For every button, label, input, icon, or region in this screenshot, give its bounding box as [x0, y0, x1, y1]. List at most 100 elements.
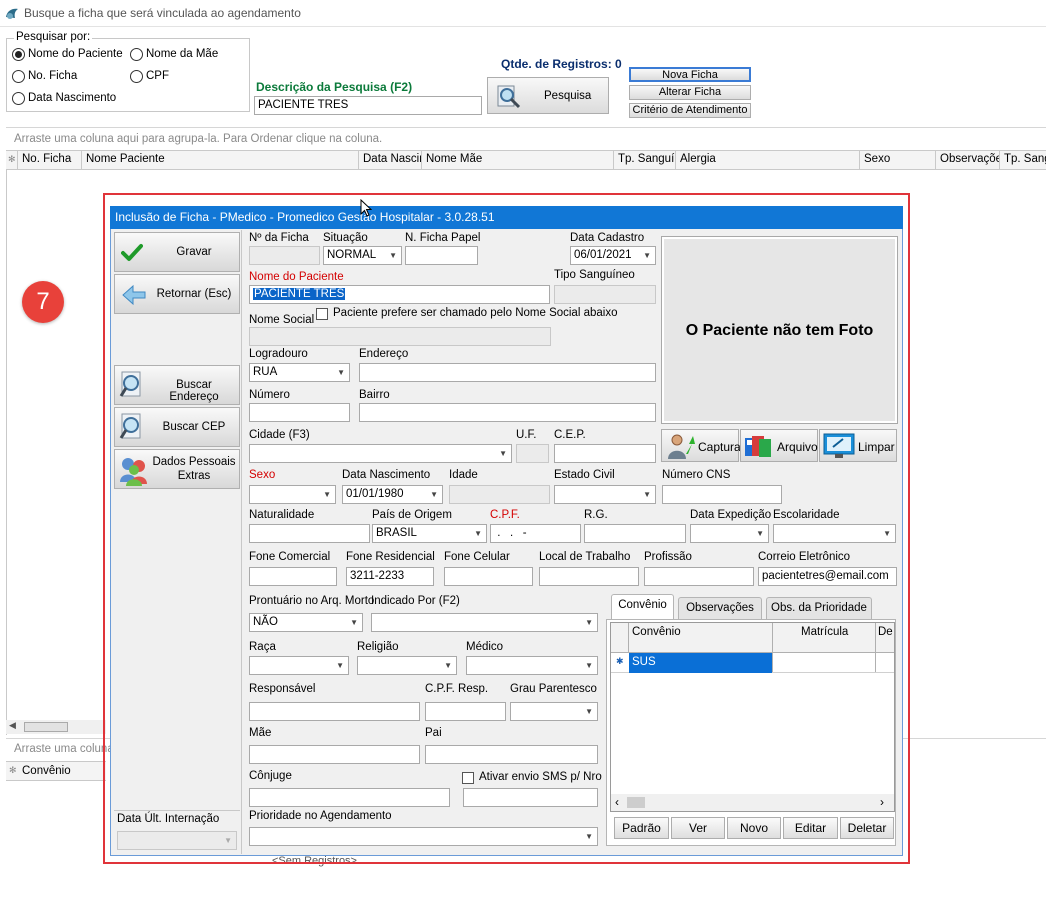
medico-select[interactable]: ▼ [466, 656, 598, 675]
sms-label[interactable]: Ativar envio SMS p/ Nro [479, 771, 602, 783]
radio-no-ficha[interactable] [12, 70, 25, 83]
limpar-button[interactable]: Limpar [819, 429, 897, 462]
numero-cns-input[interactable] [662, 485, 782, 504]
padrao-button[interactable]: Padrão [614, 817, 669, 839]
dados-pessoais-button[interactable]: Dados Pessoais Extras [114, 449, 240, 489]
fone-residencial-input[interactable]: 3211-2233 [346, 567, 434, 586]
grid-hscrollbar[interactable]: ◀ [6, 720, 106, 734]
lower-col-convenio[interactable]: Convênio [22, 765, 71, 777]
nova-ficha-button[interactable]: Nova Ficha [629, 67, 751, 82]
col-nome-paciente[interactable]: Nome Paciente [82, 150, 359, 170]
situacao-label: Situação [323, 232, 368, 244]
radio-nome-paciente-label[interactable]: Nome do Paciente [28, 48, 123, 60]
col-no-ficha[interactable]: No. Ficha [18, 150, 82, 170]
logradouro-select[interactable]: RUA ▼ [249, 363, 350, 382]
radio-nome-paciente[interactable] [12, 48, 25, 61]
nome-paciente-input[interactable]: PACIENTE TRES [249, 285, 550, 304]
col-data-nascimento[interactable]: Data Nascin [359, 150, 422, 170]
scroll-left-icon[interactable]: ◀ [9, 720, 16, 731]
editar-button[interactable]: Editar [783, 817, 838, 839]
fone-comercial-input[interactable] [249, 567, 337, 586]
data-cadastro-select[interactable]: 06/01/2021 ▼ [570, 246, 656, 265]
grau-parentesco-select[interactable]: ▼ [510, 702, 598, 721]
local-trabalho-input[interactable] [539, 567, 639, 586]
deletar-button[interactable]: Deletar [840, 817, 894, 839]
cep-input[interactable] [554, 444, 656, 463]
responsavel-input[interactable] [249, 702, 420, 721]
profissao-input[interactable] [644, 567, 754, 586]
scroll-thumb[interactable] [24, 722, 68, 732]
col-nome-mae[interactable]: Nome Mãe [422, 150, 614, 170]
sexo-select[interactable]: ▼ [249, 485, 336, 504]
convenio-hscrollbar[interactable]: ‹ › [611, 794, 894, 811]
search-description-input[interactable]: PACIENTE TRES [254, 96, 482, 115]
radio-nome-mae[interactable] [130, 48, 143, 61]
naturalidade-input[interactable] [249, 524, 370, 543]
religiao-select[interactable]: ▼ [357, 656, 457, 675]
radio-data-nascimento-label[interactable]: Data Nascimento [28, 92, 116, 104]
raca-select[interactable]: ▼ [249, 656, 349, 675]
search-button[interactable]: Pesquisa [487, 77, 609, 114]
convenio-col-de[interactable]: De [878, 626, 893, 638]
bairro-input[interactable] [359, 403, 656, 422]
correio-input[interactable]: pacientetres@email.com [758, 567, 897, 586]
conjuge-input[interactable] [249, 788, 450, 807]
table-row[interactable]: ✱ SUS [611, 653, 894, 673]
scroll-left-icon[interactable]: ‹ [615, 795, 619, 809]
endereco-input[interactable] [359, 363, 656, 382]
n-ficha-papel-input[interactable] [405, 246, 478, 265]
tab-convenio[interactable]: Convênio [611, 594, 674, 620]
numero-input[interactable] [249, 403, 350, 422]
row-cell-matricula[interactable] [773, 653, 875, 673]
tab-obs-prioridade[interactable]: Obs. da Prioridade [766, 597, 872, 619]
side-panel [112, 230, 242, 854]
cpf-input[interactable]: . . - [490, 524, 581, 543]
col-sexo[interactable]: Sexo [860, 150, 936, 170]
alterar-ficha-button[interactable]: Alterar Ficha [629, 85, 751, 100]
col-alergia[interactable]: Alergia [676, 150, 860, 170]
rg-input[interactable] [584, 524, 686, 543]
novo-button[interactable]: Novo [727, 817, 781, 839]
radio-nome-mae-label[interactable]: Nome da Mãe [146, 48, 218, 60]
indicado-por-select[interactable]: ▼ [371, 613, 598, 632]
back-arrow-icon [122, 284, 146, 306]
nome-social-checkbox[interactable] [316, 308, 328, 320]
data-expedicao-select[interactable]: ▼ [690, 524, 769, 543]
radio-data-nascimento[interactable] [12, 92, 25, 105]
fone-celular-input[interactable] [444, 567, 533, 586]
escolaridade-select[interactable]: ▼ [773, 524, 896, 543]
nome-social-checkbox-label[interactable]: Paciente prefere ser chamado pelo Nome S… [333, 307, 617, 319]
mae-input[interactable] [249, 745, 420, 764]
radio-cpf[interactable] [130, 70, 143, 83]
buscar-endereco-button[interactable]: Buscar Endereço [114, 365, 240, 405]
col-tp-sang-2[interactable]: Tp. Sang [1000, 150, 1046, 170]
estado-civil-select[interactable]: ▼ [554, 485, 656, 504]
prontuario-select[interactable]: NÃO ▼ [249, 613, 363, 632]
cpf-resp-input[interactable] [425, 702, 506, 721]
arquivo-button[interactable]: Arquivo [740, 429, 818, 462]
buscar-cep-button[interactable]: Buscar CEP [114, 407, 240, 447]
tab-observacoes[interactable]: Observações [678, 597, 762, 619]
radio-no-ficha-label[interactable]: No. Ficha [28, 70, 77, 82]
retornar-button[interactable]: Retornar (Esc) [114, 274, 240, 314]
ver-button[interactable]: Ver [671, 817, 725, 839]
prioridade-select[interactable]: ▼ [249, 827, 598, 846]
pai-input[interactable] [425, 745, 598, 764]
col-tp-sanguineo[interactable]: Tp. Sanguír [614, 150, 676, 170]
radio-cpf-label[interactable]: CPF [146, 70, 169, 82]
pais-origem-select[interactable]: BRASIL ▼ [372, 524, 487, 543]
col-observacoes[interactable]: Observaçõe [936, 150, 1000, 170]
cidade-select[interactable]: ▼ [249, 444, 512, 463]
data-nascimento-select[interactable]: 01/01/1980 ▼ [342, 485, 443, 504]
convenio-col-convenio[interactable]: Convênio [632, 626, 681, 638]
situacao-select[interactable]: NORMAL ▼ [323, 246, 402, 265]
gravar-button[interactable]: Gravar [114, 232, 240, 272]
convenio-col-matricula[interactable]: Matrícula [801, 626, 848, 638]
scroll-thumb[interactable] [627, 797, 645, 808]
row-cell-convenio[interactable]: SUS [629, 653, 772, 673]
sms-checkbox[interactable] [462, 772, 474, 784]
capturar-button[interactable]: Capturar [661, 429, 745, 462]
sms-input[interactable] [463, 788, 598, 807]
criterio-button[interactable]: Critério de Atendimento [629, 103, 751, 118]
scroll-right-icon[interactable]: › [880, 795, 884, 809]
